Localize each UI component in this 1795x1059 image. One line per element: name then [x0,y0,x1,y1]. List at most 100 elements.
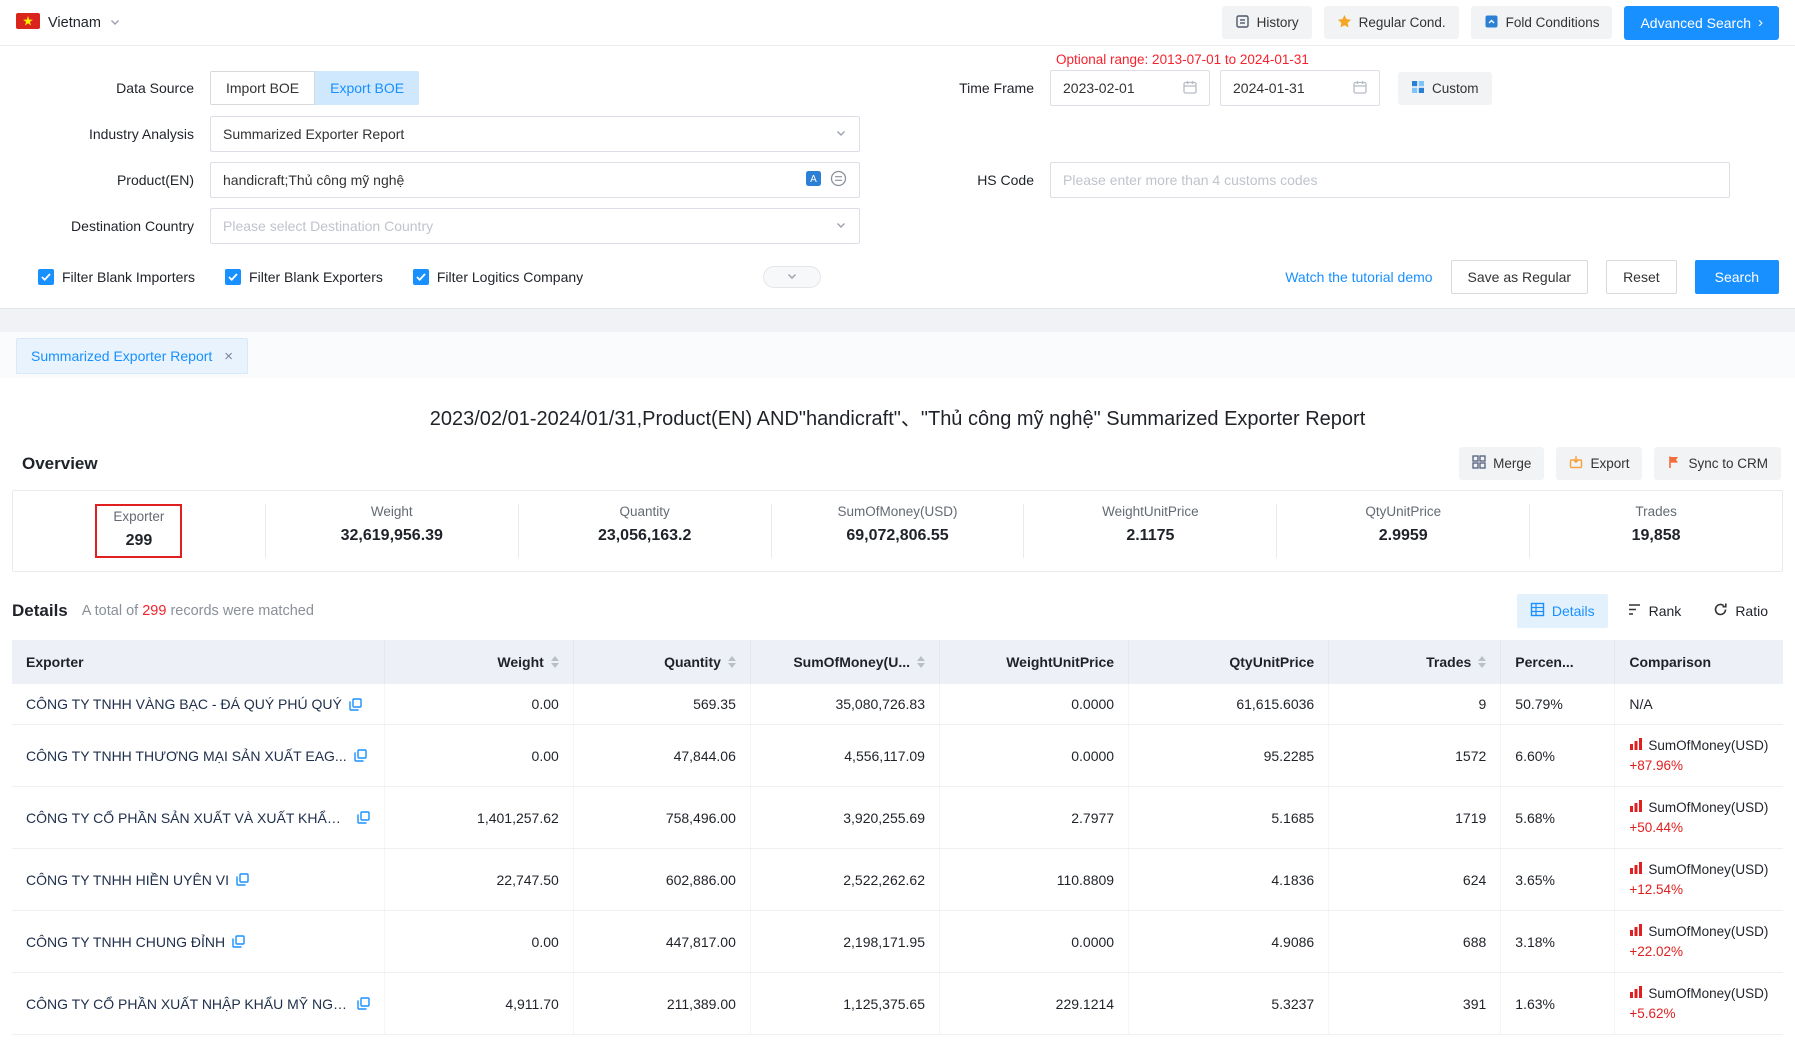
table-row[interactable]: CÔNG TY CỔ PHẦN XUẤT NHẬP KHẨU MỸ NGH...… [12,973,1783,1035]
report-title: 2023/02/01-2024/01/31,Product(EN) AND"ha… [12,402,1783,431]
stat-weight-unit-price: WeightUnitPrice 2.1175 [1023,504,1276,558]
translate-icon[interactable]: A [805,170,822,190]
search-button[interactable]: Search [1695,260,1779,294]
close-icon[interactable]: × [224,348,233,365]
sort-icon[interactable] [728,656,736,668]
overview-heading: Overview [22,454,98,474]
save-as-regular-button[interactable]: Save as Regular [1451,260,1589,294]
table-row[interactable]: CÔNG TY TNHH THƯƠNG MẠI SẢN XUẤT EAG... … [12,725,1783,787]
details-heading: Details [12,601,68,621]
chevron-right-icon: › [1758,15,1763,30]
checkbox-checked-icon [225,269,241,285]
destination-country-select[interactable]: Please select Destination Country [210,208,860,244]
fold-conditions-button[interactable]: Fold Conditions [1471,6,1613,39]
country-selector[interactable]: Vietnam [16,13,121,32]
stat-label: Exporter [113,509,164,524]
stat-value: 2.1175 [1024,527,1276,545]
details-table: Exporter Weight Quantity SumOfMoney(U...… [12,640,1783,1035]
tab-summarized-exporter-report[interactable]: Summarized Exporter Report × [16,338,248,374]
exporter-name[interactable]: CÔNG TY CỔ PHẦN SẢN XUẤT VÀ XUẤT KHẨU ..… [26,810,350,826]
table-row[interactable]: CÔNG TY TNHH HIỀN UYÊN VI 22,747.50 602,… [12,849,1783,911]
optional-range-note: Optional range: 2013-07-01 to 2024-01-31 [1056,52,1309,67]
view-details-label: Details [1552,603,1595,619]
date-to-input[interactable]: 2024-01-31 [1220,70,1380,106]
synonym-icon[interactable] [830,170,847,190]
stat-trades: Trades 19,858 [1529,504,1782,558]
industry-analysis-select[interactable]: Summarized Exporter Report [210,116,860,152]
weight-cell: 0.00 [384,684,573,725]
weight-unit-price-cell: 110.8809 [939,849,1128,911]
history-label: History [1257,15,1299,30]
filter-blank-importers-checkbox[interactable]: Filter Blank Importers [38,269,195,285]
view-ratio-button[interactable]: Ratio [1700,594,1781,628]
view-rank-button[interactable]: Rank [1614,594,1695,628]
merge-icon [1472,455,1486,472]
date-from-input[interactable]: 2023-02-01 [1050,70,1210,106]
stat-sum-of-money: SumOfMoney(USD) 69,072,806.55 [771,504,1024,558]
exporter-name[interactable]: CÔNG TY TNHH VÀNG BẠC - ĐÁ QUÝ PHÚ QUÝ [26,696,342,712]
export-button[interactable]: Export [1556,447,1642,480]
trades-cell: 1572 [1329,725,1501,787]
section-divider [0,308,1795,332]
table-row[interactable]: CÔNG TY CỔ PHẦN SẢN XUẤT VÀ XUẤT KHẨU ..… [12,787,1783,849]
history-icon [1235,14,1250,32]
filter-blank-exporters-checkbox[interactable]: Filter Blank Exporters [225,269,383,285]
percent-cell: 6.60% [1501,725,1615,787]
exporter-name[interactable]: CÔNG TY CỔ PHẦN XUẤT NHẬP KHẨU MỸ NGH... [26,996,350,1012]
sort-icon[interactable] [1478,656,1486,668]
regular-cond-button[interactable]: Regular Cond. [1324,6,1459,39]
copy-icon[interactable] [357,811,370,824]
comparison-delta: +12.54% [1629,881,1769,898]
tutorial-demo-link[interactable]: Watch the tutorial demo [1285,269,1432,285]
import-boe-button[interactable]: Import BOE [210,71,315,105]
tab-label: Summarized Exporter Report [31,348,212,364]
hs-code-input[interactable] [1063,172,1717,188]
merge-button[interactable]: Merge [1459,447,1544,480]
export-label: Export [1590,456,1629,471]
export-boe-button[interactable]: Export BOE [315,71,419,105]
product-en-input[interactable] [223,172,805,188]
sort-icon[interactable] [917,656,925,668]
table-row[interactable]: CÔNG TY TNHH CHUNG ĐỈNH 0.00 447,817.00 … [12,911,1783,973]
exporter-name[interactable]: CÔNG TY TNHH CHUNG ĐỈNH [26,934,225,950]
col-weight-unit-price: WeightUnitPrice [939,640,1128,684]
col-qty-unit-price: QtyUnitPrice [1129,640,1329,684]
weight-unit-price-cell: 0.0000 [939,911,1128,973]
table-row[interactable]: CÔNG TY TNHH VÀNG BẠC - ĐÁ QUÝ PHÚ QUÝ 0… [12,684,1783,725]
view-details-button[interactable]: Details [1517,594,1608,628]
percent-cell: 5.68% [1501,787,1615,849]
industry-analysis-value: Summarized Exporter Report [223,126,404,142]
qty-unit-price-cell: 5.3237 [1129,973,1329,1035]
stat-qty-unit-price: QtyUnitPrice 2.9959 [1276,504,1529,558]
data-source-toggle: Import BOE Export BOE [210,71,419,105]
weight-cell: 0.00 [384,725,573,787]
reset-button[interactable]: Reset [1606,260,1677,294]
filter-logistics-company-checkbox[interactable]: Filter Logitics Company [413,269,583,285]
highlight-annotation: Exporter 299 [95,504,182,558]
sum-cell: 2,198,171.95 [750,911,939,973]
copy-icon[interactable] [232,935,245,948]
sync-to-crm-button[interactable]: Sync to CRM [1654,447,1781,480]
col-sum-of-money: SumOfMoney(U... [750,640,939,684]
history-button[interactable]: History [1222,6,1312,39]
tab-strip: Summarized Exporter Report × [0,332,1795,378]
weight-cell: 0.00 [384,911,573,973]
comparison-metric: SumOfMoney(USD) [1648,923,1768,940]
copy-icon[interactable] [354,749,367,762]
copy-icon[interactable] [349,698,362,711]
copy-icon[interactable] [236,873,249,886]
copy-icon[interactable] [357,997,370,1010]
trades-cell: 1719 [1329,787,1501,849]
sort-icon[interactable] [551,656,559,668]
advanced-search-button[interactable]: Advanced Search › [1624,6,1779,40]
col-percent: Percen... [1501,640,1615,684]
percent-cell: 50.79% [1501,684,1615,725]
custom-range-button[interactable]: Custom [1398,72,1492,105]
view-rank-label: Rank [1649,603,1682,619]
data-source-label: Data Source [0,80,210,96]
exporter-name[interactable]: CÔNG TY TNHH THƯƠNG MẠI SẢN XUẤT EAG... [26,748,347,764]
collapse-form-button[interactable] [763,266,821,288]
exporter-name[interactable]: CÔNG TY TNHH HIỀN UYÊN VI [26,872,229,888]
weight-unit-price-cell: 0.0000 [939,725,1128,787]
table-grid-icon [1530,602,1545,620]
